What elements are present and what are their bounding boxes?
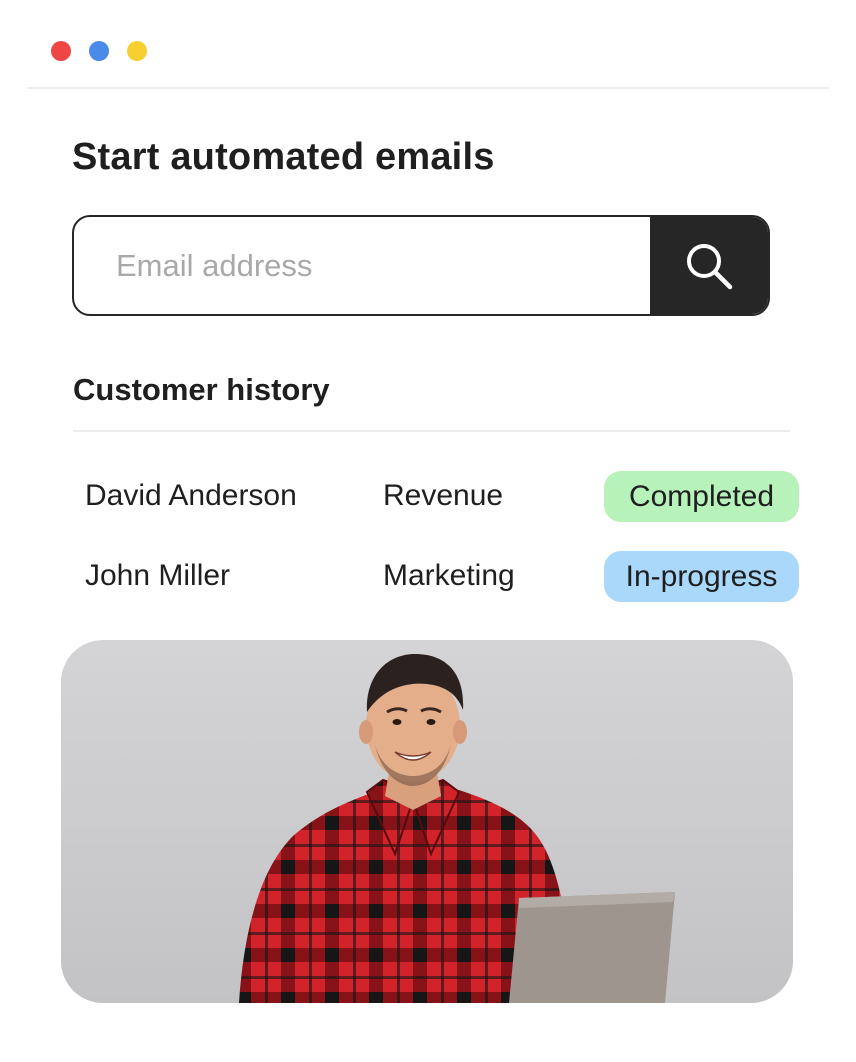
- customer-name: John Miller: [85, 559, 231, 592]
- customer-history-title: Customer history: [73, 372, 330, 407]
- customer-name: David Anderson: [85, 479, 297, 512]
- window-controls: [51, 41, 147, 61]
- email-search-bar: [72, 215, 770, 316]
- table-row[interactable]: John Miller Marketing In-progress: [0, 551, 856, 603]
- section-divider: [73, 430, 790, 432]
- status-badge: In-progress: [604, 551, 799, 602]
- search-button[interactable]: [650, 217, 768, 314]
- close-window-dot[interactable]: [51, 41, 71, 61]
- man-with-laptop-illustration: [239, 654, 675, 1003]
- page-title: Start automated emails: [72, 136, 495, 178]
- minimize-window-dot[interactable]: [89, 41, 109, 61]
- search-icon: [687, 243, 733, 289]
- table-row[interactable]: David Anderson Revenue Completed: [0, 471, 856, 523]
- customer-photo: [61, 640, 793, 1003]
- customer-department: Marketing: [383, 559, 515, 592]
- maximize-window-dot[interactable]: [127, 41, 147, 61]
- email-field[interactable]: [74, 217, 650, 314]
- status-badge: Completed: [604, 471, 799, 522]
- customer-department: Revenue: [383, 479, 504, 512]
- header-divider: [28, 87, 829, 89]
